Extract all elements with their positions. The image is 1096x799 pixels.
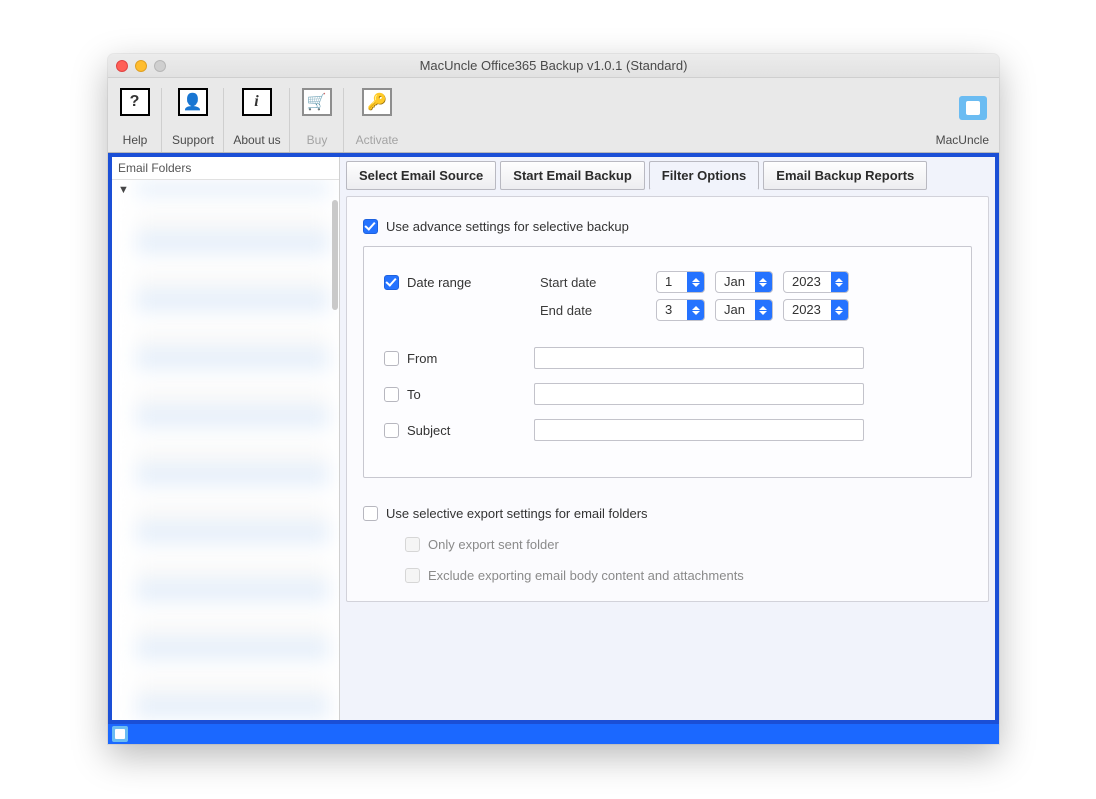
- to-checkbox[interactable]: [384, 387, 399, 402]
- advance-settings-label: Use advance settings for selective backu…: [386, 219, 629, 234]
- chevron-down-icon[interactable]: ▼: [118, 184, 129, 196]
- brand-icon: [959, 96, 987, 120]
- support-icon: 👤: [178, 88, 208, 116]
- end-year-select[interactable]: 2023: [783, 299, 849, 321]
- exclude-body-row: Exclude exporting email body content and…: [405, 568, 972, 583]
- subject-row: Subject: [384, 419, 951, 441]
- titlebar: MacUncle Office365 Backup v1.0.1 (Standa…: [108, 54, 999, 78]
- toolbar-label-activate: Activate: [344, 133, 410, 147]
- toolbar-brand-label: MacUncle: [936, 133, 989, 147]
- tab-backup-reports[interactable]: Email Backup Reports: [763, 161, 927, 190]
- start-date-label: Start date: [540, 275, 650, 290]
- only-sent-checkbox: [405, 537, 420, 552]
- close-icon[interactable]: [116, 60, 128, 72]
- tab-select-source[interactable]: Select Email Source: [346, 161, 496, 190]
- exclude-body-label: Exclude exporting email body content and…: [428, 568, 744, 583]
- toolbar-labels: Help Support About us Buy Activate: [108, 133, 410, 147]
- start-day-select[interactable]: 1: [656, 271, 705, 293]
- advance-settings-row: Use advance settings for selective backu…: [363, 219, 972, 234]
- exclude-body-checkbox: [405, 568, 420, 583]
- info-icon: i: [242, 88, 272, 116]
- folder-tree[interactable]: ▼: [112, 180, 339, 720]
- sidebar: Email Folders ▼: [112, 157, 340, 720]
- window-title: MacUncle Office365 Backup v1.0.1 (Standa…: [108, 58, 999, 73]
- tabbar: Select Email Source Start Email Backup F…: [346, 161, 989, 190]
- end-month-select[interactable]: Jan: [715, 299, 773, 321]
- toolbar-label-help: Help: [108, 133, 162, 147]
- tab-filter-options[interactable]: Filter Options: [649, 161, 760, 190]
- footer-brand-icon[interactable]: [112, 726, 128, 742]
- advance-settings-checkbox[interactable]: [363, 219, 378, 234]
- minimize-icon[interactable]: [135, 60, 147, 72]
- app-window: MacUncle Office365 Backup v1.0.1 (Standa…: [108, 54, 999, 744]
- help-icon: ?: [120, 88, 150, 116]
- toolbar-brand[interactable]: [959, 96, 987, 120]
- toolbar-label-about: About us: [224, 133, 290, 147]
- content-area: Email Folders ▼ Select Email Source Star…: [108, 153, 999, 724]
- subject-checkbox[interactable]: [384, 423, 399, 438]
- from-checkbox[interactable]: [384, 351, 399, 366]
- selective-export-checkbox[interactable]: [363, 506, 378, 521]
- subject-input[interactable]: [534, 419, 864, 441]
- subject-label: Subject: [407, 423, 450, 438]
- traffic-lights: [116, 60, 166, 72]
- to-input[interactable]: [534, 383, 864, 405]
- sidebar-scrollbar[interactable]: [332, 200, 338, 310]
- from-input[interactable]: [534, 347, 864, 369]
- only-sent-row: Only export sent folder: [405, 537, 972, 552]
- toolbar-label-support: Support: [162, 133, 224, 147]
- start-year-select[interactable]: 2023: [783, 271, 849, 293]
- date-range-label: Date range: [407, 275, 471, 290]
- start-date-row: Date range Start date 1 Jan 2023: [384, 271, 951, 293]
- filter-group: Date range Start date 1 Jan 2023 End dat…: [363, 246, 972, 478]
- maximize-icon: [154, 60, 166, 72]
- redacted-folder-list: [136, 182, 329, 718]
- sidebar-header: Email Folders: [112, 157, 339, 180]
- end-date-label: End date: [540, 303, 650, 318]
- toolbar-label-buy: Buy: [290, 133, 344, 147]
- to-label: To: [407, 387, 421, 402]
- end-day-select[interactable]: 3: [656, 299, 705, 321]
- end-date-row: End date 3 Jan 2023: [384, 299, 951, 321]
- from-row: From: [384, 347, 951, 369]
- only-sent-label: Only export sent folder: [428, 537, 559, 552]
- footer-bar: [108, 724, 999, 744]
- cart-icon: 🛒: [302, 88, 332, 116]
- start-month-select[interactable]: Jan: [715, 271, 773, 293]
- main-panel: Select Email Source Start Email Backup F…: [340, 157, 995, 720]
- toolbar: ? 👤 i 🛒 🔑 Help Support About us Buy Acti…: [108, 78, 999, 153]
- selective-export-label: Use selective export settings for email …: [386, 506, 648, 521]
- date-range-checkbox[interactable]: [384, 275, 399, 290]
- selective-export-row: Use selective export settings for email …: [363, 506, 972, 521]
- filter-panel: Use advance settings for selective backu…: [346, 196, 989, 602]
- tab-start-backup[interactable]: Start Email Backup: [500, 161, 645, 190]
- key-icon: 🔑: [362, 88, 392, 116]
- to-row: To: [384, 383, 951, 405]
- from-label: From: [407, 351, 437, 366]
